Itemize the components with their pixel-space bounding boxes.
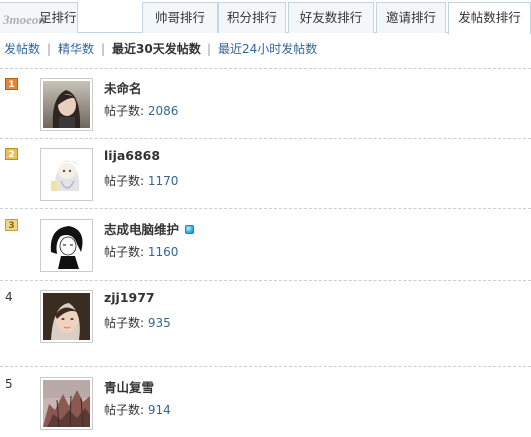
tab-label: 好友数排行 (299, 10, 363, 25)
tab-invite-rank[interactable]: 邀请排行 (376, 2, 446, 33)
rank-row: 4 zjj1977 帖子数: 935 (0, 290, 531, 362)
tab-first-label: 足排行 (39, 10, 77, 25)
username-text: 志成电脑维护 (104, 222, 180, 237)
avatar[interactable] (40, 148, 93, 201)
rank-number: 4 (5, 290, 13, 304)
divider (0, 208, 531, 209)
user-photo-icon (43, 293, 90, 340)
username[interactable]: 志成电脑维护 (104, 219, 195, 238)
filter-post-count[interactable]: 发帖数 (4, 40, 40, 58)
filter-separator: | (47, 42, 52, 56)
post-count-label: 帖子数: (104, 245, 148, 259)
filter-last-30-days[interactable]: 最近30天发帖数 (112, 40, 201, 58)
post-count-value: 1160 (147, 245, 179, 259)
username[interactable]: 青山复雪 (104, 377, 154, 396)
avatar[interactable] (40, 219, 93, 272)
verified-gem-icon (185, 225, 195, 234)
tab-handsome-rank[interactable]: 帅哥排行 (142, 2, 218, 33)
post-count-label: 帖子数: (104, 403, 148, 417)
post-count: 帖子数: 1160 (104, 243, 178, 260)
tab-post-count-rank[interactable]: 发帖数排行 (448, 2, 531, 34)
filter-digest-count[interactable]: 精华数 (58, 40, 94, 58)
avatar[interactable] (40, 377, 93, 430)
avatar[interactable] (40, 78, 93, 131)
post-count-value: 1170 (147, 174, 179, 188)
post-count-value: 935 (147, 316, 171, 330)
divider (0, 138, 531, 139)
tab-first[interactable]: 3moeon 足排行 (0, 2, 78, 33)
post-count-label: 帖子数: (104, 316, 148, 330)
post-count: 帖子数: 1170 (104, 172, 178, 189)
post-count-value: 2086 (147, 104, 179, 118)
post-count-value: 914 (147, 403, 171, 417)
username[interactable]: 未命名 (104, 78, 142, 97)
anime-avatar-icon (43, 151, 90, 198)
post-count-label: 帖子数: (104, 174, 148, 188)
tab-label: 发帖数排行 (458, 10, 521, 25)
filter-separator: | (207, 42, 212, 56)
post-count: 帖子数: 914 (104, 401, 171, 418)
username[interactable]: zjj1977 (104, 290, 155, 305)
tab-friends-rank[interactable]: 好友数排行 (288, 2, 374, 33)
rank-row: 5 青山复雪 帖子数: 914 (0, 377, 531, 437)
ranking-tab-bar: 3moeon 足排行 帅哥排行 积分排行 好友数排行 邀请排行 发帖数排行 (0, 0, 531, 34)
filter-separator: | (101, 42, 106, 56)
tab-label: 积分排行 (226, 10, 277, 25)
rank-badge-bronze: 3 (5, 219, 18, 231)
avatar[interactable] (40, 290, 93, 343)
divider (0, 68, 531, 69)
post-count: 帖子数: 935 (104, 314, 171, 331)
divider (0, 280, 531, 281)
rank-badge-silver: 2 (5, 148, 18, 160)
post-count-label: 帖子数: (104, 104, 148, 118)
tab-points-rank[interactable]: 积分排行 (218, 2, 286, 33)
filter-last-24-hours[interactable]: 最近24小时发帖数 (218, 40, 317, 58)
tab-label: 邀请排行 (385, 10, 436, 25)
user-photo-icon (43, 81, 90, 128)
rank-row: 2 lija6868 帖子数: 1170 (0, 148, 531, 220)
rank-row: 1 未命名 帖子数: 2086 (0, 78, 531, 150)
sketch-avatar-icon (43, 222, 90, 269)
rank-badge-gold: 1 (5, 78, 18, 90)
scenery-photo-icon (43, 380, 90, 427)
username[interactable]: lija6868 (104, 148, 160, 163)
tab-label: 帅哥排行 (154, 10, 205, 25)
rank-number: 5 (5, 377, 13, 391)
divider (0, 366, 531, 367)
post-count: 帖子数: 2086 (104, 102, 178, 119)
